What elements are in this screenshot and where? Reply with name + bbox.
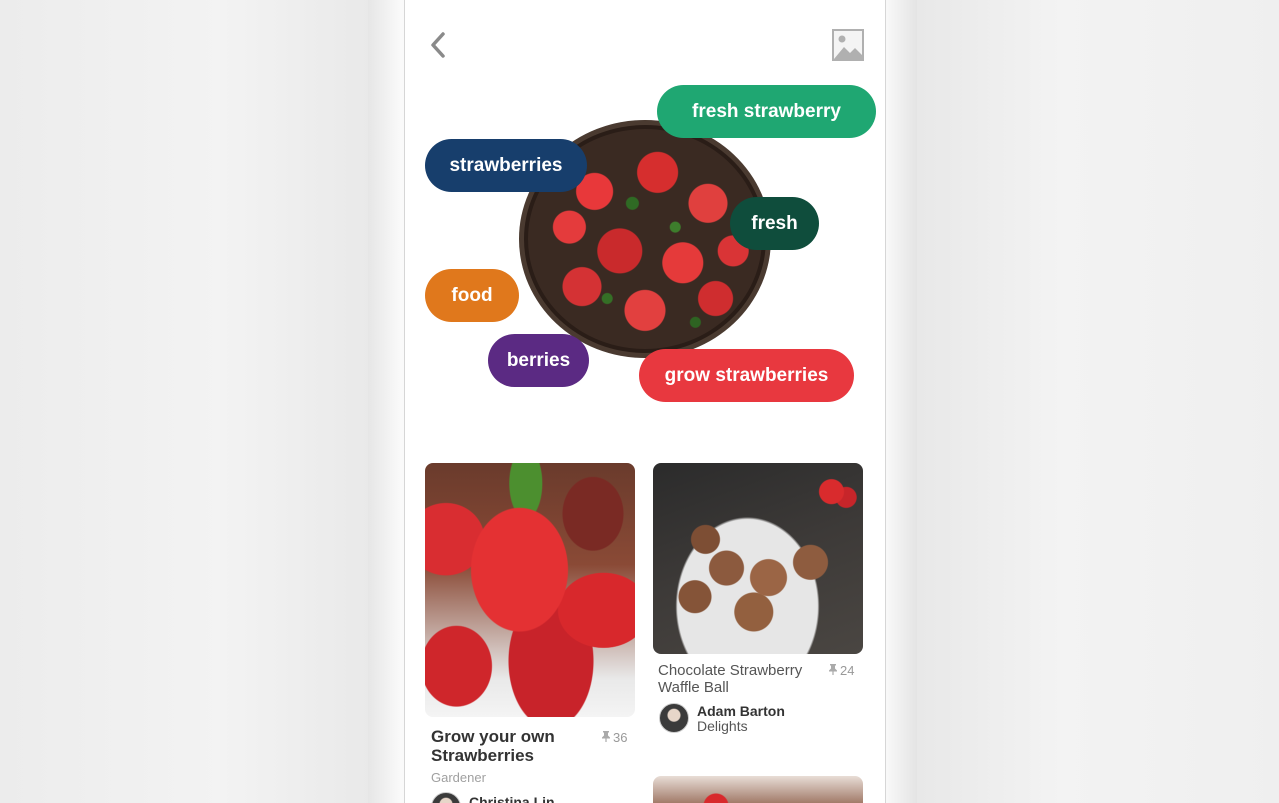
pin-save-count-value: 24 bbox=[840, 663, 855, 678]
pin-title[interactable]: Chocolate Strawberry Waffle Ball bbox=[658, 662, 818, 696]
tag-strawberries[interactable]: strawberries bbox=[425, 139, 587, 192]
author-name[interactable]: Adam Barton bbox=[697, 703, 785, 719]
pin-image-strawberries[interactable] bbox=[425, 463, 635, 717]
image-icon[interactable] bbox=[831, 28, 865, 62]
pin-board[interactable]: Gardener bbox=[431, 770, 486, 785]
background-left bbox=[0, 0, 370, 803]
pin-icon bbox=[829, 663, 837, 678]
pin-save-count: 24 bbox=[829, 663, 854, 678]
background-right bbox=[917, 0, 1279, 803]
pin-save-count: 36 bbox=[602, 730, 627, 745]
tag-fresh-strawberry[interactable]: fresh strawberry bbox=[657, 85, 876, 138]
pin-image-donut-balls[interactable] bbox=[653, 463, 863, 654]
pin-image-partial[interactable] bbox=[653, 776, 863, 803]
tag-berries[interactable]: berries bbox=[488, 334, 589, 387]
tag-grow-strawberries[interactable]: grow strawberries bbox=[639, 349, 854, 402]
author-board[interactable]: Delights bbox=[697, 718, 748, 734]
phone-screen: fresh strawberry strawberries fresh food… bbox=[404, 0, 886, 803]
chevron-left-icon[interactable] bbox=[427, 30, 451, 60]
author-name[interactable]: Christina Lin bbox=[469, 794, 555, 803]
pin-icon bbox=[602, 730, 610, 745]
pin-title[interactable]: Grow your own Strawberries bbox=[431, 727, 581, 765]
tag-fresh[interactable]: fresh bbox=[730, 197, 819, 250]
avatar[interactable] bbox=[659, 703, 689, 733]
avatar[interactable] bbox=[431, 792, 461, 803]
pin-save-count-value: 36 bbox=[613, 730, 628, 745]
tag-food[interactable]: food bbox=[425, 269, 519, 322]
